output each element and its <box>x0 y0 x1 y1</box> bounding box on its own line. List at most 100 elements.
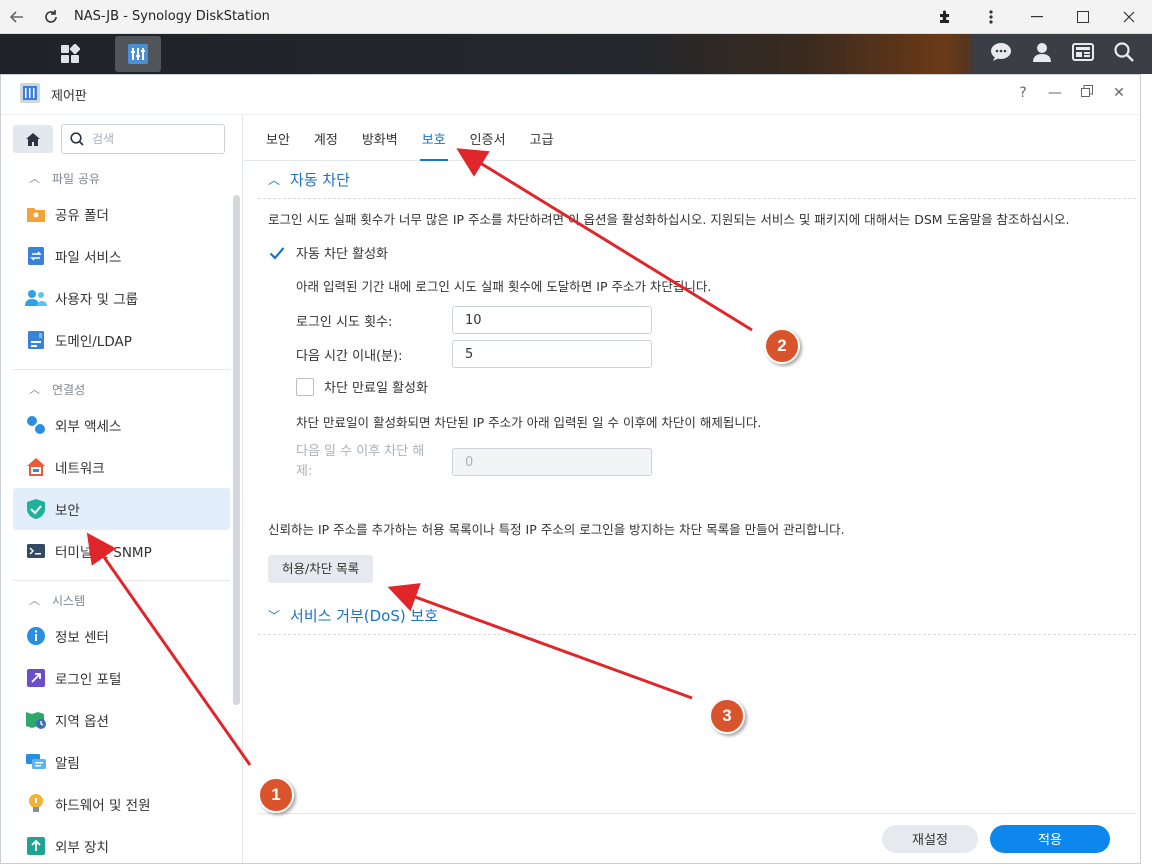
sidebar-item-label: 사용자 및 그룹 <box>55 292 139 308</box>
sidebar-item-hardware-power[interactable]: 하드웨어 및 전원 <box>13 783 230 825</box>
shared-folder-icon <box>25 203 47 225</box>
domain-ldap-icon <box>25 329 47 351</box>
dsm-taskbar <box>0 34 1152 74</box>
sidebar-item-external-devices[interactable]: 외부 장치 <box>13 825 230 863</box>
auto-block-header[interactable]: ︿ 자동 차단 <box>258 161 1136 199</box>
dos-protection-header[interactable]: ﹀ 서비스 거부(DoS) 보호 <box>258 597 1136 635</box>
more-menu-icon[interactable] <box>968 0 1014 34</box>
section-label: 시스템 <box>52 593 86 608</box>
tab-account[interactable]: 계정 <box>314 129 350 160</box>
search-icon <box>70 132 84 146</box>
sidebar-item-label: 로그인 포털 <box>55 672 122 688</box>
enable-expiry-checkbox[interactable] <box>296 377 314 396</box>
enable-auto-block-checkbox[interactable] <box>268 244 286 262</box>
unblock-days-input[interactable] <box>452 448 652 476</box>
apply-button[interactable]: 적용 <box>990 824 1110 853</box>
close-icon[interactable] <box>1106 0 1152 34</box>
window-minimize-icon[interactable]: — <box>1044 85 1066 101</box>
sidebar-item-label: 도메인/LDAP <box>55 334 132 350</box>
sidebar-item-external-access[interactable]: 외부 액세스 <box>13 404 230 446</box>
sidebar-item-security[interactable]: 보안 <box>13 488 230 530</box>
sidebar: ︿ 파일 공유 공유 폴더 파일 서비스 사용자 및 그룹 도메인/LDAP ︿… <box>1 115 243 863</box>
sidebar-item-label: 정보 센터 <box>55 630 109 646</box>
section-label: 파일 공유 <box>52 171 100 186</box>
footer-bar: 재설정 적용 <box>258 813 1136 863</box>
sidebar-item-terminal-snmp[interactable]: 터미널 및 SNMP <box>13 530 230 572</box>
tab-firewall[interactable]: 방화벽 <box>362 129 410 160</box>
sidebar-item-label: 외부 액세스 <box>55 419 122 435</box>
sidebar-scrollbar[interactable] <box>233 195 240 705</box>
tab-advanced[interactable]: 고급 <box>530 129 566 160</box>
login-portal-icon <box>25 667 47 689</box>
unblock-days-label: 다음 일 수 이후 차단 해제: <box>296 444 425 479</box>
login-attempts-label: 로그인 시도 횟수: <box>296 314 393 330</box>
notification-icon <box>25 751 47 773</box>
expiry-description: 차단 만료일이 활성화되면 차단된 IP 주소가 아래 입력된 일 수 이후에 … <box>296 415 762 430</box>
maximize-icon[interactable] <box>1060 0 1106 34</box>
search-input[interactable] <box>92 132 212 146</box>
reload-icon[interactable] <box>34 0 68 34</box>
sidebar-item-login-portal[interactable]: 로그인 포털 <box>13 657 230 699</box>
search-box[interactable] <box>61 124 225 154</box>
browser-title: NAS-JB - Synology DiskStation <box>74 9 270 24</box>
annotation-badge-2: 2 <box>764 328 800 364</box>
widgets-icon[interactable] <box>1072 43 1094 65</box>
control-panel-taskbar-icon[interactable] <box>115 36 161 72</box>
terminal-icon <box>25 540 47 562</box>
unblock-days-row: 다음 일 수 이후 차단 해제: <box>296 441 1140 483</box>
chat-icon[interactable] <box>990 42 1012 66</box>
annotation-badge-1: 1 <box>258 777 294 813</box>
auto-block-heading: 자동 차단 <box>290 171 350 189</box>
sidebar-item-user-group[interactable]: 사용자 및 그룹 <box>13 277 230 319</box>
minimize-icon[interactable] <box>1014 0 1060 34</box>
security-shield-icon <box>25 498 47 520</box>
chevron-up-icon: ︿ <box>29 594 40 607</box>
tab-certificate[interactable]: 인증서 <box>470 129 518 160</box>
section-label: 연결성 <box>52 382 86 397</box>
auto-block-description: 로그인 시도 실패 횟수가 너무 많은 IP 주소를 차단하려면 이 옵션을 활… <box>268 212 1070 227</box>
tab-security[interactable]: 보안 <box>266 129 302 160</box>
sidebar-item-regional-options[interactable]: 지역 옵션 <box>13 699 230 741</box>
within-minutes-label: 다음 시간 이내(분): <box>296 348 403 364</box>
sidebar-item-file-services[interactable]: 파일 서비스 <box>13 235 230 277</box>
control-panel-window: 제어판 ? — ✕ ︿ 파일 공유 공유 폴더 <box>0 74 1141 864</box>
home-icon <box>26 132 40 146</box>
sidebar-item-label: 하드웨어 및 전원 <box>55 798 151 814</box>
external-devices-icon <box>25 835 47 857</box>
home-button[interactable] <box>13 125 53 153</box>
sidebar-item-domain-ldap[interactable]: 도메인/LDAP <box>13 319 230 361</box>
extensions-puzzle-icon[interactable] <box>922 0 968 34</box>
info-center-icon <box>25 625 47 647</box>
enable-expiry-row: 차단 만료일 활성화 <box>296 377 1140 396</box>
sidebar-item-info-center[interactable]: 정보 센터 <box>13 615 230 657</box>
sidebar-item-network[interactable]: 네트워크 <box>13 446 230 488</box>
sidebar-item-label: 파일 서비스 <box>55 250 122 266</box>
reset-button[interactable]: 재설정 <box>882 824 978 853</box>
section-file-sharing[interactable]: ︿ 파일 공유 <box>1 163 242 193</box>
section-connectivity[interactable]: ︿ 연결성 <box>1 374 242 404</box>
checkmark-icon <box>269 246 285 260</box>
within-minutes-row: 다음 시간 이내(분): <box>296 337 1140 371</box>
tab-protection[interactable]: 보호 <box>419 129 458 161</box>
hardware-power-icon <box>25 793 47 815</box>
user-group-icon <box>25 287 47 309</box>
within-minutes-input[interactable] <box>452 340 652 368</box>
enable-expiry-label: 차단 만료일 활성화 <box>324 381 428 396</box>
back-arrow-icon[interactable] <box>0 0 34 34</box>
sidebar-item-notification[interactable]: 알림 <box>13 741 230 783</box>
search-icon[interactable] <box>1114 42 1134 66</box>
window-close-icon[interactable]: ✕ <box>1108 85 1130 101</box>
section-system[interactable]: ︿ 시스템 <box>1 585 242 615</box>
window-restore-icon[interactable] <box>1076 85 1098 101</box>
login-attempts-input[interactable] <box>452 306 652 334</box>
help-icon[interactable]: ? <box>1012 85 1034 101</box>
main-menu-grid-icon[interactable] <box>46 34 94 74</box>
sidebar-item-shared-folder[interactable]: 공유 폴더 <box>13 193 230 235</box>
protection-content: ︿ 자동 차단 로그인 시도 실패 횟수가 너무 많은 IP 주소를 차단하려면… <box>244 161 1140 635</box>
user-icon[interactable] <box>1032 42 1052 66</box>
sidebar-divider <box>13 369 230 370</box>
control-panel-app-icon <box>19 82 41 108</box>
enable-auto-block-row: 자동 차단 활성화 <box>268 243 1140 262</box>
allow-block-list-button[interactable]: 허용/차단 목록 <box>268 555 374 583</box>
sidebar-item-label: 외부 장치 <box>55 840 109 856</box>
